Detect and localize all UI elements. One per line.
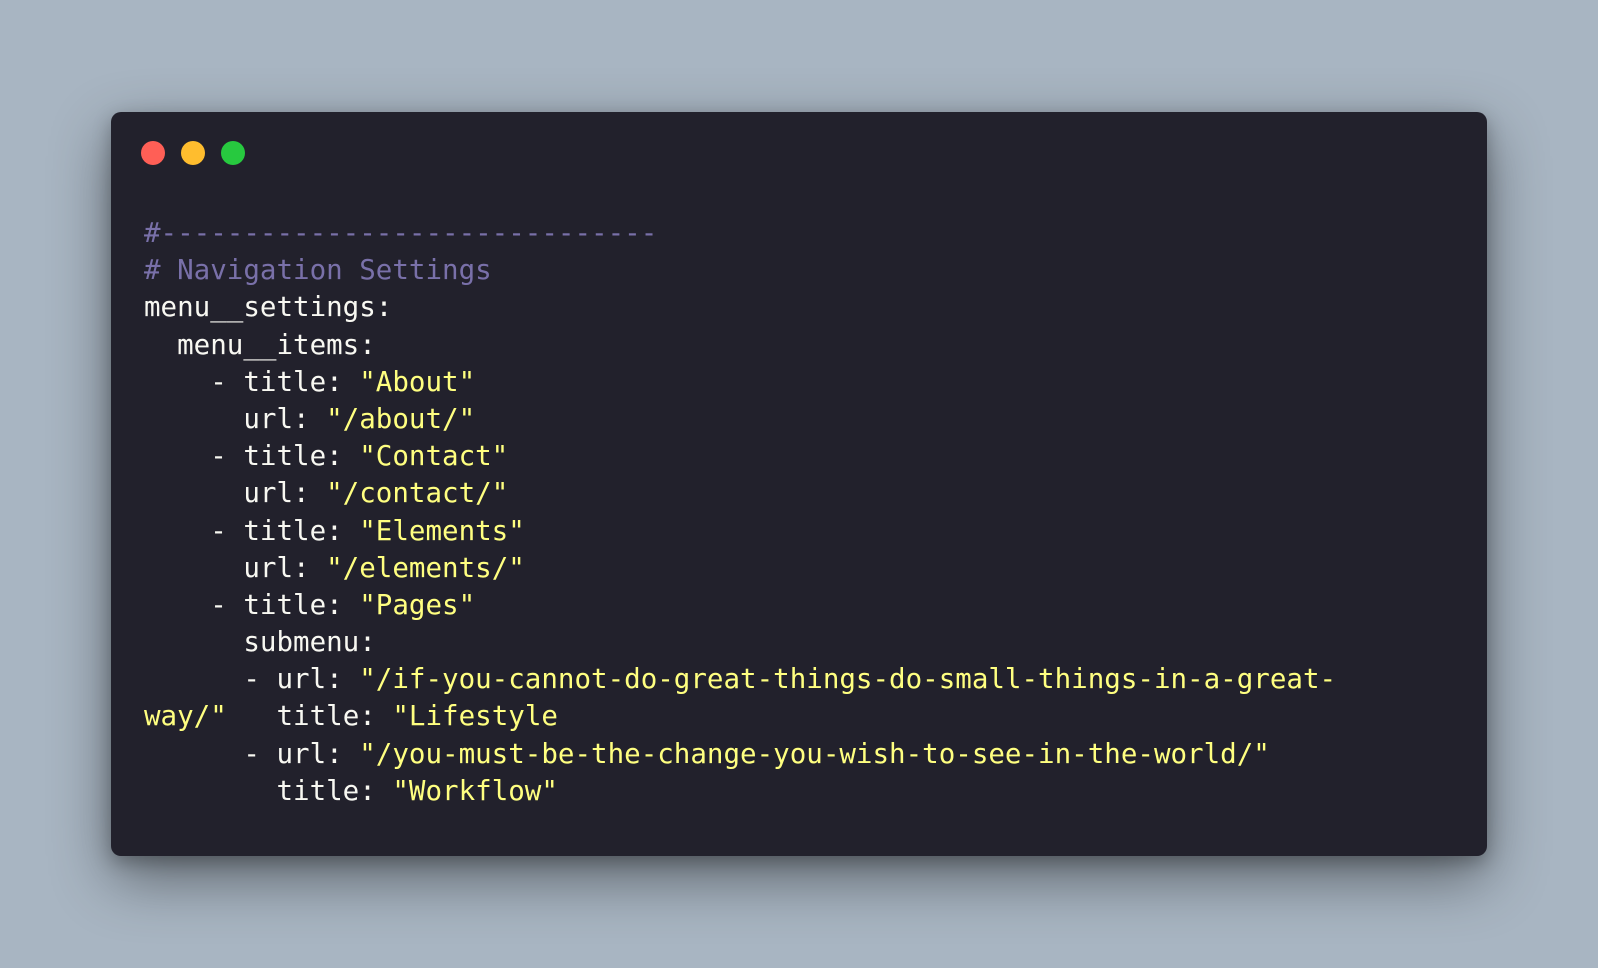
code-key: menu__items: — [144, 328, 376, 361]
window-controls — [141, 141, 245, 165]
code-key: - title: — [144, 514, 360, 547]
minimize-dot-icon[interactable] — [181, 141, 205, 165]
code-line: menu__items: — [144, 327, 1336, 364]
comment-text: #------------------------------ — [144, 217, 658, 249]
code-line: url: "/contact/" — [144, 475, 1336, 512]
code-line: # Navigation Settings — [144, 252, 1336, 289]
code-line: - url: "/if-you-cannot-do-great-things-d… — [144, 661, 1336, 698]
code-line: title: "Workflow" — [144, 773, 1336, 810]
code-window: #------------------------------ # Navigat… — [111, 112, 1487, 856]
code-line: - url: "/you-must-be-the-change-you-wish… — [144, 736, 1336, 773]
code-string: "Contact" — [359, 440, 509, 473]
code-key: url: — [144, 402, 327, 435]
code-string: "/if-you-cannot-do-great-things-do-small… — [359, 663, 1337, 696]
code-key: - title: — [144, 588, 360, 621]
code-line: menu__settings: — [144, 289, 1336, 326]
code-line: url: "/about/" — [144, 401, 1336, 438]
code-line: - title: "About" — [144, 364, 1336, 401]
code-string: "Lifestyle — [392, 700, 558, 733]
code-key: - title: — [144, 365, 360, 398]
code-key: - url: — [144, 663, 360, 696]
code-string: "Pages" — [359, 588, 476, 621]
code-key: - url: — [144, 737, 360, 770]
code-string: "/you-must-be-the-change-you-wish-to-see… — [359, 737, 1270, 770]
code-line: #------------------------------ — [144, 215, 1336, 252]
code-string: "/about/" — [326, 402, 476, 435]
code-line: - title: "Contact" — [144, 438, 1336, 475]
code-key: submenu: — [144, 626, 376, 659]
code-line: way/" title: "Lifestyle — [144, 698, 1336, 735]
code-line: url: "/elements/" — [144, 550, 1336, 587]
code-key: url: — [144, 477, 327, 510]
close-dot-icon[interactable] — [141, 141, 165, 165]
code-string: way/" — [144, 700, 227, 733]
code-line: - title: "Elements" — [144, 513, 1336, 550]
code-line: - title: "Pages" — [144, 587, 1336, 624]
code-key: - title: — [144, 440, 360, 473]
code-key: title: — [226, 700, 393, 733]
code-key: menu__settings: — [144, 291, 393, 324]
code-string: "Elements" — [359, 514, 525, 547]
code-block: #------------------------------ # Navigat… — [144, 215, 1336, 810]
code-string: "/elements/" — [326, 551, 525, 584]
comment-text: # Navigation Settings — [144, 254, 492, 287]
code-line: submenu: — [144, 624, 1336, 661]
code-string: "Workflow" — [392, 774, 558, 807]
code-key: title: — [144, 774, 393, 807]
maximize-dot-icon[interactable] — [221, 141, 245, 165]
code-string: "/contact/" — [326, 477, 509, 510]
code-key: url: — [144, 551, 327, 584]
code-string: "About" — [359, 365, 476, 398]
